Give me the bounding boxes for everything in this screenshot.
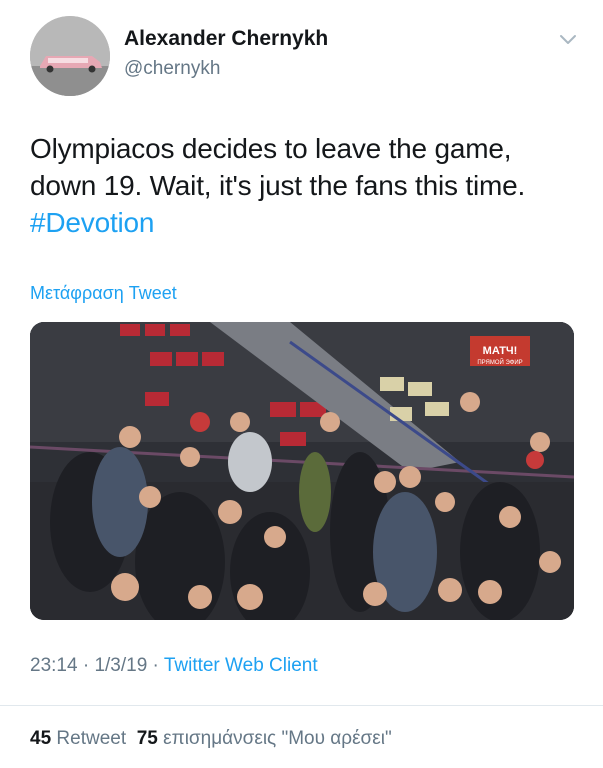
tweet-text-line-2: down 19. Wait, it's just the fans this t… xyxy=(30,170,526,201)
hashtag-link[interactable]: #Devotion xyxy=(30,204,590,241)
retweets-label: Retweet xyxy=(56,728,127,749)
tweet-timestamp: 23:14 · 1/3/19 · Twitter Web Client xyxy=(30,655,318,677)
avatar-limousine-image xyxy=(30,16,110,96)
tweet-time[interactable]: 23:14 xyxy=(30,655,78,676)
client-link[interactable]: Twitter Web Client xyxy=(164,655,318,676)
tweet-stats: 45 Retweet 75 επισημάνσεις "Μου αρέσει" xyxy=(30,728,392,750)
retweets-count: 45 xyxy=(30,728,52,749)
broadcaster-live-label: ПРЯМОЙ ЭФИР xyxy=(477,358,522,366)
avatar[interactable] xyxy=(30,16,110,96)
user-display-name[interactable]: Alexander Chernykh xyxy=(124,27,328,51)
chevron-down-icon[interactable] xyxy=(558,32,578,48)
tweet-text: Olympiacos decides to leave the game, do… xyxy=(30,130,590,241)
tweet-text-line-1: Olympiacos decides to leave the game, xyxy=(30,133,512,164)
tweet-date[interactable]: 1/3/19 xyxy=(94,655,147,676)
likes-stat[interactable]: 75 επισημάνσεις "Μου αρέσει" xyxy=(137,728,392,749)
user-handle[interactable]: @chernykh xyxy=(124,58,220,80)
likes-count: 75 xyxy=(136,728,158,749)
retweets-stat[interactable]: 45 Retweet xyxy=(30,728,126,749)
stadium-crowd-photo: МАТЧ! ПРЯМОЙ ЭФИР xyxy=(30,322,574,620)
likes-label: επισημάνσεις "Μου αρέσει" xyxy=(163,728,392,749)
meta-separator: · xyxy=(152,655,159,676)
broadcaster-logo: МАТЧ! xyxy=(483,345,518,357)
tweet-media-image[interactable]: МАТЧ! ПРЯМОЙ ЭФИР xyxy=(30,322,574,620)
divider xyxy=(0,705,603,706)
meta-separator: · xyxy=(82,655,90,676)
translate-tweet-link[interactable]: Μετάφραση Tweet xyxy=(30,283,177,304)
